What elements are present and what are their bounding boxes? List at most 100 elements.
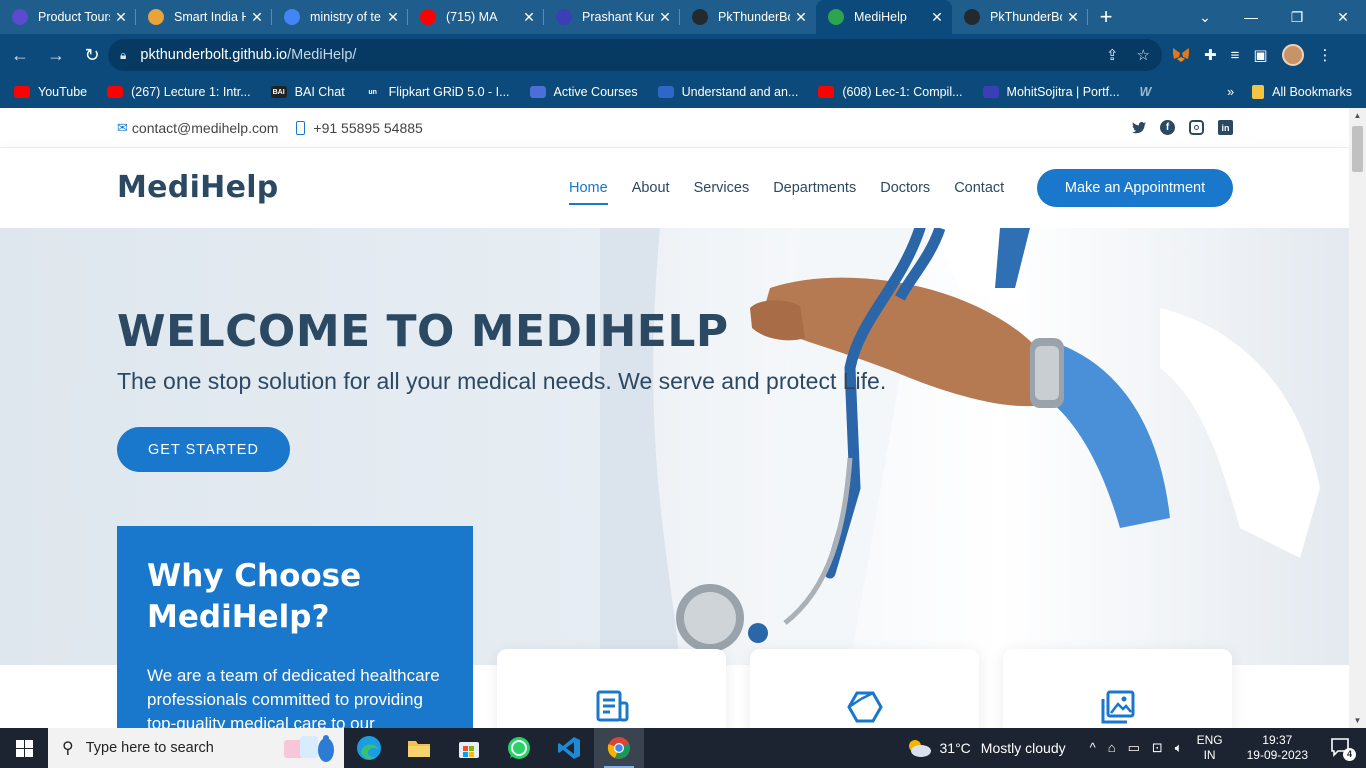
page-scrollbar[interactable]: ▲ ▼ xyxy=(1349,108,1366,728)
start-button[interactable] xyxy=(0,728,48,768)
tab-title: ministry of te xyxy=(310,10,381,24)
minimize-button[interactable]: — xyxy=(1228,9,1274,25)
volume-icon[interactable]: 🔈︎ xyxy=(1175,740,1183,756)
notification-center-button[interactable]: 4 xyxy=(1330,737,1356,761)
taskbar-whatsapp[interactable] xyxy=(494,728,544,768)
meet-now-icon[interactable]: ⌂ xyxy=(1108,740,1116,756)
scrollbar-thumb[interactable] xyxy=(1352,126,1363,172)
metamask-extension-icon[interactable] xyxy=(1172,46,1190,64)
taskbar-search[interactable]: ⚲ Type here to search xyxy=(48,728,344,768)
address-bar[interactable]: 🔒︎ pkthunderbolt.github.io/MediHelp/ ⇪ ☆ xyxy=(108,39,1162,71)
nav-link-departments[interactable]: Departments xyxy=(773,180,856,196)
browser-tab[interactable]: Smart India H ✕ xyxy=(136,0,272,34)
clock-time: 19:37 xyxy=(1262,733,1293,747)
extensions-puzzle-icon[interactable]: ✚ xyxy=(1204,46,1217,64)
tab-close-icon[interactable]: ✕ xyxy=(658,9,672,26)
extensions-area: ✚ ≡ ▣ ⋮ xyxy=(1172,34,1333,76)
nav-link-about[interactable]: About xyxy=(632,180,670,196)
browser-tab[interactable]: Product Tours ✕ xyxy=(0,0,136,34)
taskbar-clock[interactable]: 19:37 19-09-2023 xyxy=(1247,733,1308,763)
reading-list-icon[interactable]: ≡ xyxy=(1231,47,1240,64)
battery-icon[interactable]: ▭ xyxy=(1128,740,1140,756)
images-icon xyxy=(1101,690,1134,724)
tab-title: Smart India H xyxy=(174,10,246,24)
browser-tab[interactable]: ministry of te ✕ xyxy=(272,0,408,34)
nav-link-home[interactable]: Home xyxy=(569,180,608,205)
tab-search-chevron-icon[interactable]: ⌄ xyxy=(1182,9,1228,26)
show-hidden-icons-chevron-icon[interactable]: ^ xyxy=(1090,740,1096,756)
site-logo[interactable]: MediHelp xyxy=(117,170,279,205)
scroll-up-arrow-icon[interactable]: ▲ xyxy=(1349,111,1366,120)
bookmark-favicon-icon xyxy=(982,86,999,98)
twitter-icon[interactable] xyxy=(1131,120,1146,135)
bookmark-item[interactable]: Understand and an... xyxy=(657,85,798,99)
tab-close-icon[interactable]: ✕ xyxy=(930,9,944,26)
tab-title: Prashant Kum xyxy=(582,10,654,24)
profile-avatar[interactable] xyxy=(1281,44,1304,66)
taskbar-edge[interactable] xyxy=(344,728,394,768)
menu-kebab-icon[interactable]: ⋮ xyxy=(1318,46,1333,64)
close-window-button[interactable]: ✕ xyxy=(1320,9,1366,26)
all-bookmarks-button[interactable]: All Bookmarks xyxy=(1252,85,1352,99)
scroll-down-arrow-icon[interactable]: ▼ xyxy=(1349,716,1366,725)
why-choose-title: Why Choose MediHelp? xyxy=(147,556,443,638)
tab-close-icon[interactable]: ✕ xyxy=(114,9,128,26)
side-panel-icon[interactable]: ▣ xyxy=(1253,46,1267,64)
bookmark-item[interactable]: Active Courses xyxy=(529,85,638,99)
browser-tab[interactable]: (715) MA ✕ xyxy=(408,0,544,34)
tab-close-icon[interactable]: ✕ xyxy=(794,9,808,26)
bookmark-item[interactable]: (267) Lecture 1: Intr... xyxy=(107,85,251,99)
tab-close-icon[interactable]: ✕ xyxy=(250,9,264,26)
bookmark-label: (608) Lec-1: Compil... xyxy=(842,85,963,99)
bookmark-label: (267) Lecture 1: Intr... xyxy=(131,85,251,99)
instagram-icon[interactable] xyxy=(1189,120,1204,135)
facebook-icon[interactable]: f xyxy=(1160,120,1175,135)
browser-tab[interactable]: Prashant Kum ✕ xyxy=(544,0,680,34)
tab-close-icon[interactable]: ✕ xyxy=(386,9,400,26)
tab-title: MediHelp xyxy=(854,10,907,24)
system-tray: 31°C Mostly cloudy ^ ⌂ ▭ ⊡ 🔈︎ ENG IN 19:… xyxy=(906,728,1366,768)
browser-tab[interactable]: PkThunderBo ✕ xyxy=(680,0,816,34)
nav-link-contact[interactable]: Contact xyxy=(954,180,1004,196)
contact-email[interactable]: contact@medihelp.com xyxy=(132,120,279,136)
tab-close-icon[interactable]: ✕ xyxy=(1066,9,1080,26)
all-bookmarks-label: All Bookmarks xyxy=(1272,85,1352,99)
bookmark-item[interactable]: YouTube xyxy=(14,85,87,99)
taskbar-chrome[interactable] xyxy=(594,728,644,768)
bookmark-item[interactable]: (608) Lec-1: Compil... xyxy=(818,85,963,99)
forward-button[interactable]: → xyxy=(40,39,72,71)
nav-link-doctors[interactable]: Doctors xyxy=(880,180,930,196)
back-button[interactable]: ← xyxy=(4,39,36,71)
weather-widget[interactable]: 31°C Mostly cloudy xyxy=(906,739,1066,757)
bookmark-item[interactable]: un Flipkart GRiD 5.0 - I... xyxy=(364,85,510,99)
network-icon[interactable]: ⊡ xyxy=(1152,740,1163,756)
linkedin-icon[interactable]: in xyxy=(1218,120,1233,135)
taskbar-microsoft-store[interactable] xyxy=(444,728,494,768)
browser-tab[interactable]: PkThunderBo ✕ xyxy=(952,0,1088,34)
feature-box-1 xyxy=(497,649,726,728)
tab-favicon-icon xyxy=(148,9,164,25)
taskbar-vscode[interactable] xyxy=(544,728,594,768)
contact-phone: +91 55895 54885 xyxy=(313,120,423,136)
new-tab-button[interactable]: + xyxy=(1088,0,1124,34)
browser-tab-strip: Product Tours ✕ Smart India H ✕ ministry of … xyxy=(0,0,1366,34)
input-language[interactable]: ENG IN xyxy=(1197,733,1223,763)
contact-topbar: ✉ contact@medihelp.com +91 55895 54885 f… xyxy=(0,108,1349,148)
tab-close-icon[interactable]: ✕ xyxy=(522,9,536,26)
reload-button[interactable]: ↻ xyxy=(76,39,108,71)
make-appointment-button[interactable]: Make an Appointment xyxy=(1037,169,1233,207)
restore-button[interactable]: ❐ xyxy=(1274,9,1320,26)
taskbar-file-explorer[interactable] xyxy=(394,728,444,768)
bookmark-item[interactable]: MohitSojitra | Portf... xyxy=(982,85,1120,99)
browser-tab[interactable]: MediHelp ✕ xyxy=(816,0,952,34)
bookmark-item[interactable]: BAI BAI Chat xyxy=(270,85,345,99)
site-info-icon[interactable]: 🔒︎ xyxy=(120,48,126,63)
bookmark-favicon-icon xyxy=(657,86,674,98)
nav-link-services[interactable]: Services xyxy=(694,180,750,196)
get-started-button[interactable]: GET STARTED xyxy=(117,427,290,472)
share-icon[interactable]: ⇪ xyxy=(1106,46,1119,64)
bookmark-overflow-icon[interactable]: W xyxy=(1140,85,1152,99)
bookmarks-more-chevron-icon[interactable]: » xyxy=(1227,85,1234,99)
weather-temperature: 31°C xyxy=(939,740,971,756)
bookmark-star-icon[interactable]: ☆ xyxy=(1137,46,1150,64)
